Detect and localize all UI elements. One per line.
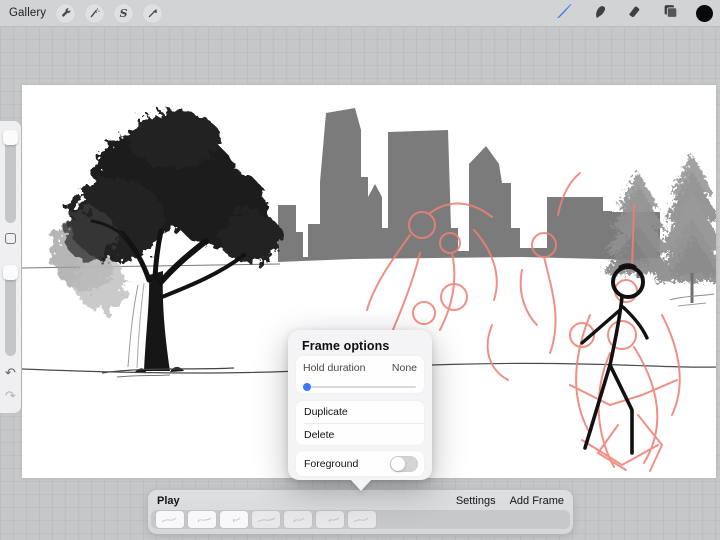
frame-thumbnail[interactable] <box>316 511 344 528</box>
brush-sidebar: ↶ ↷ <box>0 121 21 413</box>
foreground-label: Foreground <box>304 458 358 470</box>
brush-opacity-handle[interactable] <box>3 265 18 280</box>
color-swatch <box>696 5 713 22</box>
transform-button[interactable] <box>143 4 162 23</box>
frame-thumbnail[interactable] <box>156 511 184 528</box>
top-toolbar: Gallery S <box>0 0 720 27</box>
adjustments-button[interactable] <box>85 4 104 23</box>
color-button[interactable] <box>693 3 715 25</box>
magic-wand-icon <box>89 7 101 19</box>
frame-strip <box>151 510 570 529</box>
ink-tree <box>52 110 281 377</box>
play-button[interactable]: Play <box>157 495 180 507</box>
transform-arrow-icon <box>147 7 159 19</box>
smudge-tool-button[interactable] <box>589 3 611 25</box>
modify-button[interactable] <box>5 233 16 244</box>
brush-size-slider[interactable] <box>5 133 16 223</box>
city-skyline <box>278 108 660 262</box>
eraser-icon <box>626 3 642 24</box>
popover-tail <box>350 479 372 491</box>
layers-button[interactable] <box>659 3 681 25</box>
hold-duration-card: Hold duration None <box>296 356 424 393</box>
selection-s-icon: S <box>120 8 128 19</box>
animation-timeline: Play Settings Add Frame <box>148 490 573 534</box>
hold-duration-slider[interactable] <box>303 383 417 391</box>
hold-duration-label: Hold duration <box>303 362 365 374</box>
paint-tool-button[interactable] <box>553 3 575 25</box>
actions-button[interactable] <box>56 4 75 23</box>
wrench-icon <box>60 7 72 19</box>
duplicate-button[interactable]: Duplicate <box>296 401 424 423</box>
delete-button[interactable]: Delete <box>296 424 424 446</box>
selection-button[interactable]: S <box>114 4 133 23</box>
settings-button[interactable]: Settings <box>456 495 496 507</box>
frame-options-popover: Frame options Hold duration None Duplica… <box>288 330 432 480</box>
frame-thumbnail[interactable] <box>348 511 376 528</box>
frame-thumbnail[interactable] <box>188 511 216 528</box>
frame-thumbnail[interactable] <box>220 511 248 528</box>
redo-button[interactable]: ↷ <box>0 389 21 402</box>
paint-brush-icon <box>554 1 574 26</box>
layers-icon <box>661 2 679 25</box>
eraser-tool-button[interactable] <box>623 3 645 25</box>
undo-button[interactable]: ↶ <box>0 366 21 379</box>
frame-thumbnail[interactable] <box>252 511 280 528</box>
frame-thumbnail[interactable] <box>284 511 312 528</box>
add-frame-button[interactable]: Add Frame <box>510 495 564 507</box>
popover-title: Frame options <box>288 330 432 353</box>
hold-duration-thumb[interactable] <box>303 383 311 391</box>
gallery-button[interactable]: Gallery <box>9 7 46 19</box>
brush-size-handle[interactable] <box>3 130 18 145</box>
brush-opacity-slider[interactable] <box>5 268 16 356</box>
hold-duration-value: None <box>392 362 417 374</box>
foreground-toggle[interactable] <box>390 456 418 472</box>
smudge-icon <box>592 3 609 25</box>
